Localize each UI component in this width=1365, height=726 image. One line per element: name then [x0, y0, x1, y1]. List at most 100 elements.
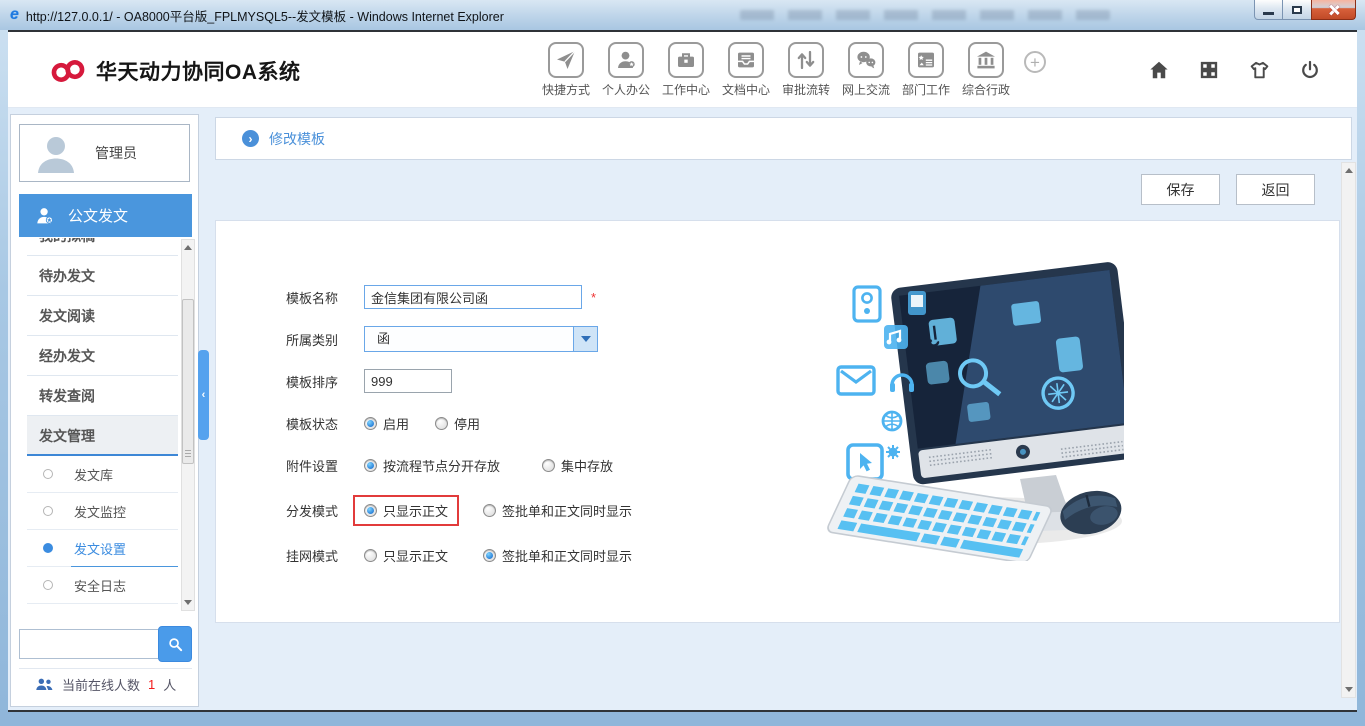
maximize-icon	[1292, 6, 1302, 14]
scroll-up-arrow[interactable]	[182, 240, 194, 255]
publish-option-with-approval-sheet[interactable]: 签批单和正文同时显示	[483, 546, 632, 565]
radio-dot-icon	[43, 469, 53, 479]
up-triangle-icon	[1345, 168, 1353, 173]
browser-window: e http://127.0.0.1/ - OA8000平台版_FPLMYSQL…	[0, 0, 1365, 726]
user-card[interactable]: 管理员	[19, 124, 190, 182]
sidebar-collapse-tab[interactable]: ‹	[198, 350, 209, 440]
menu-item-dispatch-reading[interactable]: 发文阅读	[27, 296, 178, 336]
attachment-option-by-node[interactable]: 按流程节点分开存放	[364, 456, 500, 475]
option-label: 启用	[383, 414, 409, 433]
status-option-disabled[interactable]: 停用	[435, 414, 480, 433]
back-button[interactable]: 返回	[1236, 174, 1315, 205]
add-module-button[interactable]: +	[1024, 51, 1046, 73]
field-label: 附件设置	[286, 456, 344, 475]
status-option-enabled[interactable]: 启用	[364, 414, 409, 433]
nav-label: 快捷方式	[542, 81, 590, 98]
submenu-item-security-log[interactable]: 安全日志	[27, 567, 178, 604]
close-button[interactable]	[1311, 0, 1356, 20]
person-star-icon	[34, 205, 56, 227]
option-label: 集中存放	[561, 456, 613, 475]
submenu-item-dispatch-monitor[interactable]: 发文监控	[27, 493, 178, 530]
nav-item-document-center[interactable]: 文档中心	[716, 42, 776, 98]
save-button[interactable]: 保存	[1141, 174, 1220, 205]
radio-unchecked-icon[interactable]	[483, 504, 496, 517]
option-label: 停用	[454, 414, 480, 433]
dropdown-button[interactable]	[573, 327, 597, 351]
radio-checked-icon[interactable]	[364, 459, 377, 472]
user-name: 管理员	[95, 143, 137, 163]
menu-item-dispatch-management[interactable]: 发文管理	[27, 416, 178, 456]
radio-unchecked-icon[interactable]	[435, 417, 448, 430]
nav-label: 个人办公	[602, 81, 650, 98]
close-icon	[1328, 4, 1340, 16]
attachment-option-central[interactable]: 集中存放	[542, 456, 613, 475]
title-bar: e http://127.0.0.1/ - OA8000平台版_FPLMYSQL…	[0, 0, 1365, 30]
radio-checked-icon[interactable]	[364, 504, 377, 517]
radio-unchecked-icon[interactable]	[542, 459, 555, 472]
sidebar: 管理员 公文发文 我的拟稿 待办发文 发文阅读 经办发文 转发查阅 发文管理	[10, 114, 199, 707]
main-scrollbar[interactable]	[1341, 162, 1356, 698]
option-label: 签批单和正文同时显示	[502, 546, 632, 565]
nav-item-department-work[interactable]: 部门工作	[896, 42, 956, 98]
minimize-button[interactable]	[1254, 0, 1283, 20]
template-form-panel: 模板名称 * 所属类别 函 模板排序 模板状态 启用	[215, 220, 1340, 623]
brand-infinity-icon	[50, 59, 86, 83]
nav-item-online-chat[interactable]: 网上交流	[836, 42, 896, 98]
header-quick-icons	[1148, 59, 1321, 81]
online-users-label: 当前在线人数	[62, 675, 140, 694]
chat-bubbles-icon	[848, 42, 884, 78]
nav-item-work-center[interactable]: 工作中心	[656, 42, 716, 98]
submenu-item-dispatch-settings[interactable]: 发文设置	[27, 530, 178, 567]
sidebar-menu-viewport: 我的拟稿 待办发文 发文阅读 经办发文 转发查阅 发文管理 发文库 发文监控	[19, 238, 186, 615]
nav-item-general-admin[interactable]: 综合行政	[956, 42, 1016, 98]
down-triangle-icon	[184, 600, 192, 605]
form-row-category: 所属类别 函	[286, 325, 598, 353]
menu-item-pending-dispatch[interactable]: 待办发文	[27, 256, 178, 296]
nav-item-personal-office[interactable]: 个人办公	[596, 42, 656, 98]
home-icon[interactable]	[1148, 59, 1170, 81]
scroll-down-arrow[interactable]	[1342, 682, 1355, 697]
flow-arrows-icon	[788, 42, 824, 78]
nav-label: 综合行政	[962, 81, 1010, 98]
theme-shirt-icon[interactable]	[1248, 59, 1271, 81]
search-input[interactable]	[19, 629, 158, 659]
power-icon[interactable]	[1299, 59, 1321, 81]
down-triangle-icon	[1345, 687, 1353, 692]
scroll-up-arrow[interactable]	[1342, 163, 1355, 178]
menu-item-my-drafts[interactable]: 我的拟稿	[27, 238, 178, 256]
menu-item-forward-review[interactable]: 转发查阅	[27, 376, 178, 416]
sidebar-scrollbar[interactable]	[181, 239, 195, 611]
scroll-down-arrow[interactable]	[182, 595, 194, 610]
nav-item-approval-flow[interactable]: 审批流转	[776, 42, 836, 98]
apps-grid-icon[interactable]	[1198, 59, 1220, 81]
form-row-order: 模板排序	[286, 367, 452, 395]
distribute-option-with-approval-sheet[interactable]: 签批单和正文同时显示	[483, 501, 632, 520]
chevron-down-icon	[581, 336, 591, 342]
radio-checked-icon[interactable]	[364, 417, 377, 430]
app-header: 华天动力协同OA系统 快捷方式 个人办公	[8, 32, 1357, 108]
nav-item-shortcuts[interactable]: 快捷方式	[536, 42, 596, 98]
form-row-attachment: 附件设置 按流程节点分开存放 集中存放	[286, 451, 613, 479]
distribute-option-body-only[interactable]: 只显示正文	[364, 501, 448, 520]
brand-name: 华天动力协同OA系统	[96, 56, 301, 86]
category-select[interactable]: 函	[364, 326, 598, 352]
menu-item-label: 发文管理	[39, 428, 95, 444]
sidebar-section-official-dispatch[interactable]: 公文发文	[19, 194, 192, 237]
radio-unchecked-icon[interactable]	[364, 549, 377, 562]
maximize-button[interactable]	[1283, 0, 1311, 20]
department-photo-icon	[908, 42, 944, 78]
category-selected-value: 函	[365, 327, 573, 351]
menu-item-handled-dispatch[interactable]: 经办发文	[27, 336, 178, 376]
search-button[interactable]	[158, 626, 192, 662]
template-name-input[interactable]	[364, 285, 582, 309]
radio-checked-icon[interactable]	[483, 549, 496, 562]
submenu-item-dispatch-library[interactable]: 发文库	[27, 456, 178, 493]
window-controls	[1254, 0, 1356, 20]
option-label: 只显示正文	[383, 501, 448, 520]
scrollbar-thumb[interactable]	[182, 299, 194, 464]
document-tray-icon	[728, 42, 764, 78]
field-label: 模板排序	[286, 372, 344, 391]
form-row-distribute-mode: 分发模式 只显示正文 签批单和正文同时显示	[286, 493, 632, 527]
publish-option-body-only[interactable]: 只显示正文	[353, 540, 459, 571]
template-order-input[interactable]	[364, 369, 452, 393]
